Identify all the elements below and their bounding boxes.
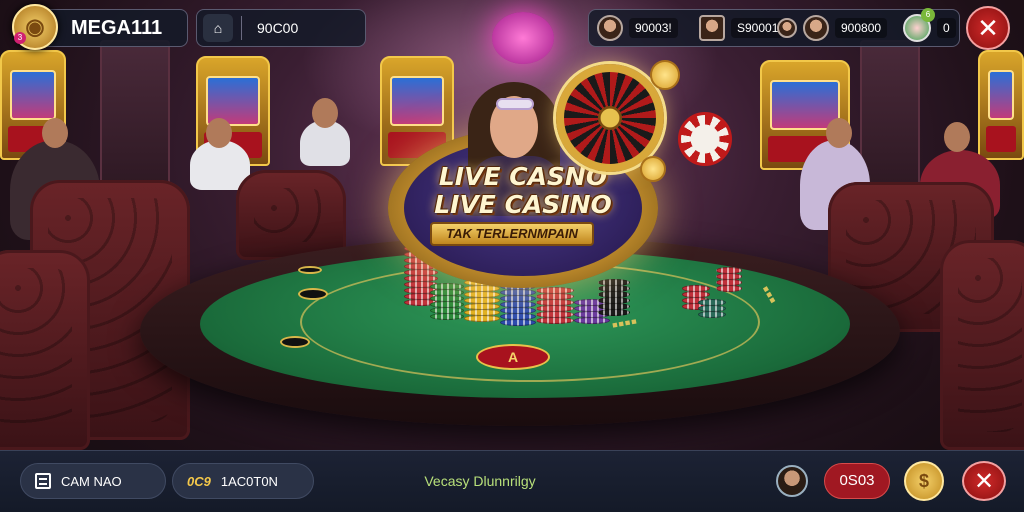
chip-count-button[interactable]: 0S03	[824, 463, 890, 499]
patron-head	[312, 98, 338, 128]
player-slot[interactable]: S90001	[699, 13, 785, 43]
poker-chip-icon	[678, 112, 732, 166]
home-icon[interactable]: ⌂	[203, 14, 233, 42]
user-avatar[interactable]	[776, 465, 808, 497]
brand-name: MEGA111	[71, 17, 163, 39]
player-amount: 90003!	[629, 18, 678, 38]
logo-glyph: ◉	[25, 14, 45, 39]
player-amount: 0	[937, 18, 956, 38]
close-icon[interactable]: ✕	[966, 6, 1010, 50]
rate-label: 1AC0T0N	[220, 473, 278, 489]
rate-prefix: 0C9	[187, 473, 211, 489]
hero-ribbon: TAK TERLERNMPAIN	[430, 222, 594, 246]
menu-list-icon	[35, 473, 51, 489]
casino-background: A ■■■■ ■■■ LIVE CASNO LIVE CASINO TAK TE…	[0, 0, 1024, 512]
top-bar: MEGA111 ◉ 3 ⌂ 90C00 90003! S90001 900800…	[0, 0, 1024, 56]
gold-coin-icon	[650, 60, 680, 90]
hero-title-line2: LIVE CASINO	[434, 190, 612, 219]
logo-icon[interactable]: ◉ 3	[12, 4, 58, 50]
patron-head	[944, 122, 970, 152]
logo-badge: 3	[14, 32, 26, 44]
player-amount: 900800	[835, 18, 888, 38]
dealer-glasses	[496, 98, 534, 110]
bet-spot[interactable]	[280, 336, 310, 348]
trophy-badge: 6	[921, 8, 935, 22]
player-avatar	[699, 15, 725, 41]
player-avatar	[777, 18, 797, 38]
armchair	[0, 250, 90, 450]
status-text: Vecasy Dlunnrilgy	[424, 473, 536, 489]
player-slot[interactable]: 90003!	[597, 13, 678, 43]
slot-machine	[978, 50, 1024, 160]
trophy-wreath-icon: 6	[903, 8, 935, 42]
category-label: CAM NAO	[61, 473, 122, 489]
chip-stack	[716, 267, 742, 292]
balance-value: 90C00	[257, 20, 299, 36]
armchair	[940, 240, 1024, 450]
chip-stack	[430, 283, 464, 320]
chip-stack	[698, 299, 726, 318]
rate-button[interactable]: 0C9 1AC0T0N	[172, 463, 314, 499]
close-icon[interactable]: ✕	[962, 461, 1006, 501]
patron-head	[826, 118, 852, 148]
bottom-bar: CAM NAO 0C9 1AC0T0N Vecasy Dlunnrilgy 0S…	[0, 450, 1024, 512]
chip-stack	[598, 279, 630, 316]
player-slot[interactable]: 900800	[777, 13, 888, 43]
bet-spot[interactable]	[298, 266, 322, 274]
armchair	[236, 170, 346, 260]
divider	[241, 16, 242, 40]
bet-spot[interactable]	[298, 288, 328, 300]
player-avatar	[597, 15, 623, 41]
patron-head	[42, 118, 68, 148]
player-avatar	[803, 15, 829, 41]
chip-stack	[536, 287, 574, 324]
balance-panel: ⌂ 90C00	[196, 9, 366, 47]
table-spot-badge[interactable]: A	[476, 344, 550, 370]
players-panel: 90003! S90001 900800 6 0	[588, 8, 960, 47]
coin-bag-icon[interactable]: $	[904, 461, 944, 501]
category-button[interactable]: CAM NAO	[20, 463, 166, 499]
brand-panel: MEGA111	[40, 9, 188, 47]
gold-coin-icon	[640, 156, 666, 182]
patron-head	[206, 118, 232, 148]
player-slot[interactable]: 6 0	[903, 8, 956, 43]
